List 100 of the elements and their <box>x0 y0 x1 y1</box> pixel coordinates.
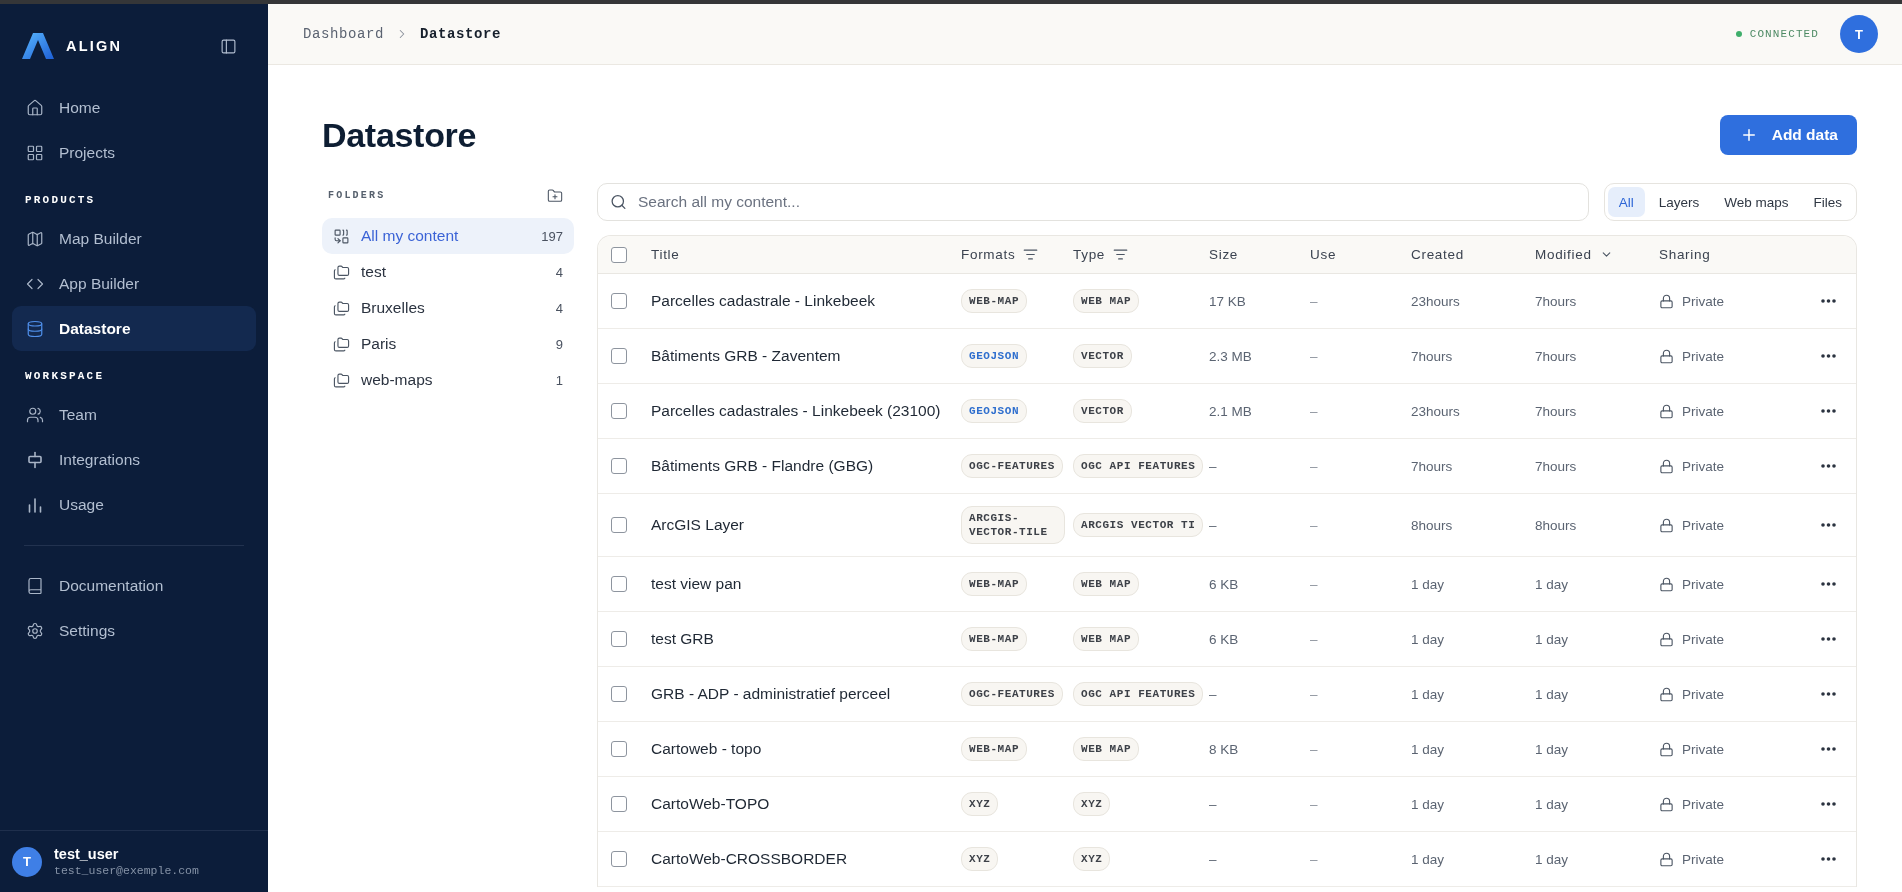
checkbox[interactable] <box>611 517 627 533</box>
nav-item[interactable]: Home <box>12 85 256 130</box>
logo-icon <box>22 33 54 59</box>
use-cell: – <box>1310 576 1318 592</box>
nav-item[interactable]: Team <box>12 392 256 437</box>
search-icon <box>610 193 627 211</box>
column-header[interactable]: Formats <box>961 247 1039 262</box>
lock-icon <box>1659 741 1674 757</box>
user-avatar: T <box>12 846 42 877</box>
column-header[interactable]: Created <box>1411 247 1464 262</box>
created-cell: 1 day <box>1411 796 1445 812</box>
modified-cell: 1 day <box>1535 686 1569 702</box>
column-header[interactable]: Title <box>651 247 680 262</box>
use-cell: – <box>1310 741 1318 757</box>
breadcrumb[interactable]: Dashboard <box>303 26 384 42</box>
folder-item[interactable]: Bruxelles 4 <box>322 290 574 326</box>
search-field[interactable]: Search all my content... <box>597 183 1589 221</box>
checkbox[interactable] <box>611 576 627 592</box>
folder-item[interactable]: Paris 9 <box>322 326 574 362</box>
nav-item[interactable]: Projects <box>12 130 256 175</box>
checkbox[interactable] <box>611 686 627 702</box>
ellipsis-icon <box>1820 464 1836 468</box>
type-tag: WEB MAP <box>1073 289 1140 313</box>
column-header[interactable]: Use <box>1310 247 1337 262</box>
nav-item[interactable]: Datastore <box>12 306 256 351</box>
new-folder-button[interactable] <box>547 187 563 204</box>
lock-icon <box>1659 458 1674 474</box>
folder-item[interactable]: All my content 197 <box>322 218 574 254</box>
title-cell: Parcelles cadastrales - Linkebeek (23100) <box>651 402 941 420</box>
format-tag: OGC-FEATURES <box>961 682 1063 706</box>
map-icon <box>26 229 44 248</box>
checkbox[interactable] <box>611 246 627 263</box>
folder-item[interactable]: web-maps 1 <box>322 362 574 398</box>
created-cell: 1 day <box>1411 631 1445 647</box>
sharing-label: Private <box>1682 576 1725 592</box>
modified-cell: 7hours <box>1535 293 1577 309</box>
filter-tab[interactable]: All <box>1607 187 1645 217</box>
column-header[interactable]: Size <box>1209 247 1239 262</box>
size-cell: 17 KB <box>1209 293 1246 309</box>
nav-item[interactable]: Documentation <box>12 563 256 608</box>
sharing-label: Private <box>1682 517 1725 533</box>
account-avatar-button[interactable]: T <box>1840 15 1878 53</box>
filter-icon <box>1023 247 1039 262</box>
sidebar-toggle-button[interactable] <box>220 37 237 55</box>
folder-item[interactable]: test 4 <box>322 254 574 290</box>
size-cell: – <box>1209 851 1217 867</box>
sharing-label: Private <box>1682 458 1725 474</box>
type-tag: ARCGIS VECTOR TI <box>1073 513 1204 537</box>
folder-count: 4 <box>555 264 563 280</box>
brand-name: ALIGN <box>66 38 123 54</box>
title-cell: Cartoweb - topo <box>651 740 762 758</box>
lock-icon <box>1659 796 1674 812</box>
nav-item[interactable]: Map Builder <box>12 216 256 261</box>
column-header[interactable]: Type <box>1073 247 1129 262</box>
lock-icon <box>1659 517 1674 533</box>
format-tag: GEOJSON <box>961 399 1028 423</box>
folders-heading: FOLDERS <box>328 190 386 201</box>
sharing-label: Private <box>1682 631 1725 647</box>
connection-status: CONNECTED <box>1749 28 1819 40</box>
checkbox[interactable] <box>611 796 627 812</box>
created-cell: 1 day <box>1411 741 1445 757</box>
filter-icon <box>1113 247 1129 262</box>
checkbox[interactable] <box>611 458 627 474</box>
checkbox[interactable] <box>611 851 627 867</box>
ellipsis-icon <box>1820 747 1836 751</box>
sharing-label: Private <box>1682 741 1725 757</box>
type-tag: WEB MAP <box>1073 737 1140 761</box>
nav-item[interactable]: Settings <box>12 608 256 653</box>
filter-tab[interactable]: Files <box>1802 187 1853 217</box>
modified-cell: 1 day <box>1535 851 1569 867</box>
sharing-label: Private <box>1682 293 1725 309</box>
filter-tab[interactable]: Web maps <box>1713 187 1800 217</box>
checkbox[interactable] <box>611 348 627 364</box>
lock-icon <box>1659 293 1674 309</box>
lock-icon <box>1659 686 1674 702</box>
modified-cell: 1 day <box>1535 631 1569 647</box>
add-data-button[interactable]: Add data <box>1719 115 1857 155</box>
nav-item[interactable]: Integrations <box>12 437 256 482</box>
type-tag: VECTOR <box>1073 344 1132 368</box>
connector-icon <box>26 450 44 469</box>
column-header[interactable]: Sharing <box>1659 247 1711 262</box>
checkbox[interactable] <box>611 741 627 757</box>
user-email: test_user@exemple.com <box>54 864 199 877</box>
section-label: WORKSPACE <box>24 369 106 384</box>
checkbox[interactable] <box>611 403 627 419</box>
nav-item[interactable]: Usage <box>12 482 256 527</box>
modified-cell: 8hours <box>1535 517 1577 533</box>
home-icon <box>26 98 44 117</box>
column-header[interactable]: Modified <box>1535 247 1613 262</box>
lock-icon <box>1659 631 1674 647</box>
checkbox[interactable] <box>611 293 627 309</box>
filter-tab[interactable]: Layers <box>1647 187 1711 217</box>
size-cell: – <box>1209 796 1217 812</box>
size-cell: 8 KB <box>1209 741 1239 757</box>
users-icon <box>26 405 44 424</box>
format-tag: XYZ <box>961 847 999 871</box>
nav-item[interactable]: App Builder <box>12 261 256 306</box>
format-tag: WEB-MAP <box>961 627 1028 651</box>
lock-icon <box>1659 348 1674 364</box>
checkbox[interactable] <box>611 631 627 647</box>
